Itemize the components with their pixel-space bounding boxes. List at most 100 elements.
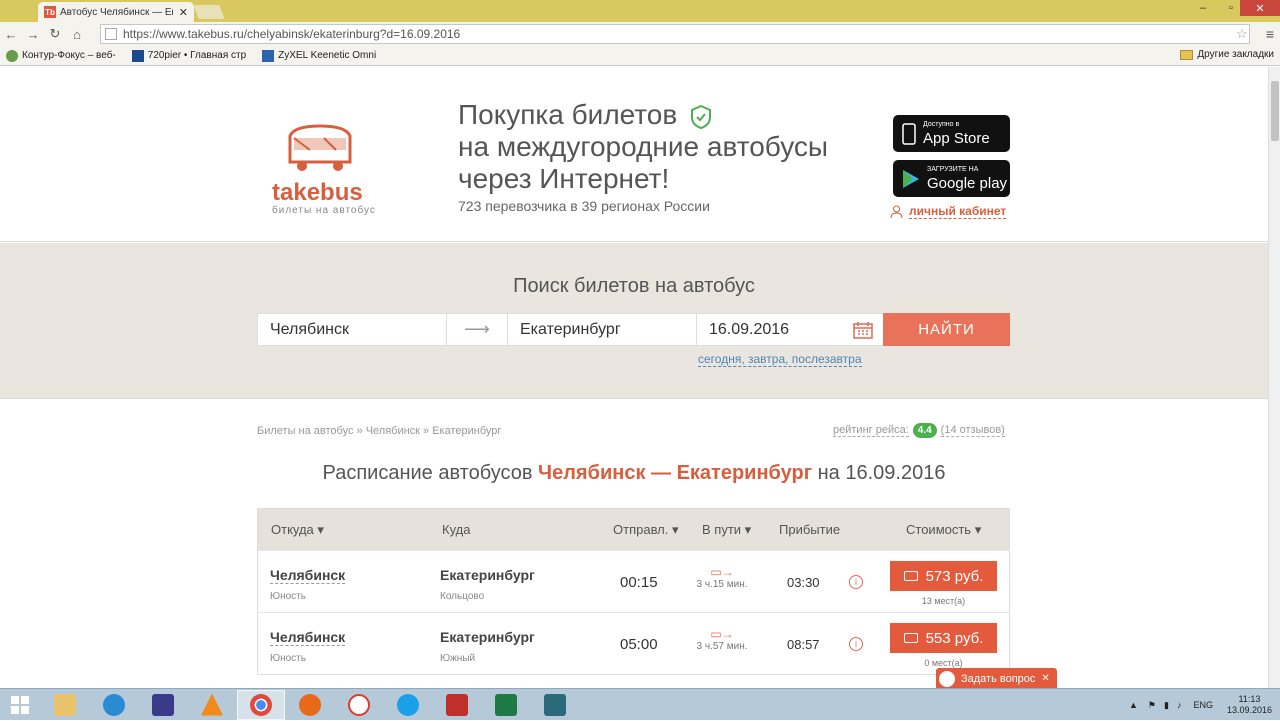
page-scrollbar[interactable] — [1268, 67, 1280, 688]
clock[interactable]: 11:13 13.09.2016 — [1227, 694, 1272, 716]
calendar-icon[interactable] — [853, 321, 873, 339]
forward-icon[interactable]: → — [22, 27, 44, 42]
bus-arrow-icon: ▭→ — [710, 627, 734, 641]
cabinet-label: личный кабинет — [909, 204, 1007, 219]
col-depart[interactable]: Отправл. ▾ — [613, 522, 679, 538]
taskbar-yandex[interactable] — [335, 690, 383, 720]
bookmark-star-icon[interactable]: ☆ — [1236, 26, 1248, 42]
browser-tab[interactable]: Tb Автобус Челябинск — Ек ✕ — [38, 2, 194, 22]
appstore-button[interactable]: Доступно в App Store — [893, 115, 1010, 152]
minimize-icon[interactable]: – — [1190, 0, 1216, 16]
bookmark-item[interactable]: ZyXEL Keenetic Omni — [262, 49, 376, 62]
rating-badge: 4.4 — [912, 423, 937, 438]
tray-volume-icon[interactable]: ♪ — [1177, 700, 1182, 710]
appstore-big-text: App Store — [923, 129, 990, 147]
googleplay-button[interactable]: ЗАГРУЗИТЕ НА Google play — [893, 160, 1010, 197]
col-to: Куда — [442, 522, 471, 537]
personal-cabinet-link[interactable]: личный кабинет — [890, 204, 1007, 219]
col-duration[interactable]: В пути ▾ — [702, 522, 751, 538]
rating-label: рейтинг рейса: — [833, 424, 909, 437]
col-depart-label: Отправл. — [613, 522, 669, 537]
reader-icon — [446, 693, 468, 716]
taskbar-explorer[interactable] — [41, 690, 89, 720]
quick-date-text: сегодня, завтра, послезавтра — [698, 352, 862, 367]
from-input[interactable]: Челябинск — [257, 313, 447, 346]
home-icon[interactable]: ⌂ — [66, 27, 88, 42]
taskbar-excel[interactable] — [482, 690, 530, 720]
ask-question-widget[interactable]: Задать вопрос ✕ — [936, 668, 1057, 688]
quick-date-links[interactable]: сегодня, завтра, послезавтра — [698, 352, 862, 367]
language-indicator[interactable]: ENG — [1193, 700, 1213, 710]
taskbar-skype[interactable] — [384, 690, 432, 720]
window-close-icon[interactable]: ✕ — [1240, 0, 1280, 16]
other-bookmarks-label: Другие закладки — [1197, 49, 1274, 60]
breadcrumb[interactable]: Билеты на автобус » Челябинск » Екатерин… — [257, 425, 501, 437]
folder-icon — [54, 693, 76, 716]
bookmark-favicon-icon — [262, 49, 275, 62]
col-price[interactable]: Стоимость ▾ — [906, 522, 981, 538]
bookmarks-bar: Контур-Фокус – веб- 720pier • Главная ст… — [0, 46, 1280, 66]
googleplay-small-text: ЗАГРУЗИТЕ НА — [927, 165, 979, 173]
address-bar[interactable]: https://www.takebus.ru/chelyabinsk/ekate… — [100, 24, 1250, 44]
taskbar-firefox[interactable] — [286, 690, 334, 720]
system-tray: ▲ ⚑ ▮ ♪ ENG 11:13 13.09.2016 — [1129, 689, 1272, 721]
date-value: 16.09.2016 — [709, 320, 790, 338]
row-duration: 3 ч.15 мин. — [696, 579, 748, 590]
browser-toolbar: ← → ↻ ⌂ https://www.takebus.ru/chelyabin… — [0, 22, 1280, 46]
taskbar-save[interactable] — [139, 690, 187, 720]
taskbar-screen[interactable] — [531, 690, 579, 720]
new-tab-button[interactable] — [193, 5, 225, 19]
col-price-label: Стоимость — [906, 522, 972, 537]
taskbar-chrome[interactable] — [237, 689, 285, 720]
swap-arrow-icon[interactable]: ⟶ — [446, 313, 508, 346]
bookmark-item[interactable]: 720pier • Главная стр — [131, 49, 247, 62]
tray-arrow-icon[interactable]: ▲ — [1129, 700, 1138, 710]
bookmark-item[interactable]: Контур-Фокус – веб- — [6, 49, 116, 62]
col-from[interactable]: Откуда ▾ — [271, 522, 324, 538]
wallet-icon — [903, 633, 918, 643]
taskbar-vlc[interactable] — [188, 690, 236, 720]
scroll-thumb[interactable] — [1271, 81, 1279, 141]
menu-icon[interactable]: ≡ — [1266, 26, 1274, 42]
price-button[interactable]: 573 руб. — [890, 561, 997, 591]
row-duration: 3 ч.57 мин. — [696, 641, 748, 652]
back-icon[interactable]: ← — [0, 27, 22, 42]
reload-icon[interactable]: ↻ — [44, 26, 66, 42]
bookmark-favicon-icon — [6, 49, 18, 62]
row-to-city: Екатеринбург — [440, 567, 535, 583]
page-content: takebus билеты на автобус Покупка билето… — [0, 67, 1268, 688]
close-icon[interactable]: ✕ — [1041, 673, 1049, 684]
price-button[interactable]: 553 руб. — [890, 623, 997, 653]
info-icon[interactable]: i — [849, 637, 863, 651]
to-input[interactable]: Екатеринбург — [507, 313, 697, 346]
table-row[interactable]: Челябинск Юность Екатеринбург Кольцово 00:… — [258, 550, 1009, 612]
user-icon — [890, 205, 903, 218]
googleplay-icon — [903, 169, 919, 188]
route-rating[interactable]: рейтинг рейса: 4.4 (14 отзывов) — [833, 423, 1005, 438]
price-label: 573 руб. — [925, 567, 984, 585]
tray-flag-icon[interactable]: ⚑ — [1148, 700, 1156, 711]
schedule-table: Откуда ▾ Куда Отправл. ▾ В пути ▾ Прибыт… — [257, 508, 1010, 675]
logo-subtitle: билеты на автобус — [272, 205, 376, 216]
taskbar-ie[interactable] — [90, 690, 138, 720]
col-duration-label: В пути — [702, 522, 742, 537]
hero-title-line2: на междугородние автобусы — [458, 131, 829, 162]
date-input[interactable]: 16.09.2016 — [696, 313, 884, 346]
tab-close-icon[interactable]: ✕ — [179, 6, 188, 19]
start-button[interactable] — [0, 689, 40, 721]
info-icon[interactable]: i — [849, 575, 863, 589]
row-arrive-time: 08:57 — [787, 637, 820, 652]
find-button[interactable]: НАЙТИ — [883, 313, 1010, 346]
bookmark-label: 720pier • Главная стр — [147, 50, 247, 61]
row-from-city[interactable]: Челябинск — [270, 567, 346, 584]
row-from-city[interactable]: Челябинск — [270, 629, 346, 646]
logo[interactable]: takebus билеты на автобус — [272, 122, 382, 216]
other-bookmarks[interactable]: Другие закладки — [1180, 49, 1274, 60]
taskbar-reader[interactable] — [433, 690, 481, 720]
table-row[interactable]: Челябинск Юность Екатеринбург Южный 05:00 … — [258, 612, 1009, 674]
row-to-station: Кольцово — [440, 591, 485, 602]
row-arrive-time: 03:30 — [787, 575, 820, 590]
col-from-label: Откуда — [271, 522, 314, 537]
bookmark-favicon-icon — [131, 49, 144, 62]
tray-network-icon[interactable]: ▮ — [1164, 700, 1169, 711]
